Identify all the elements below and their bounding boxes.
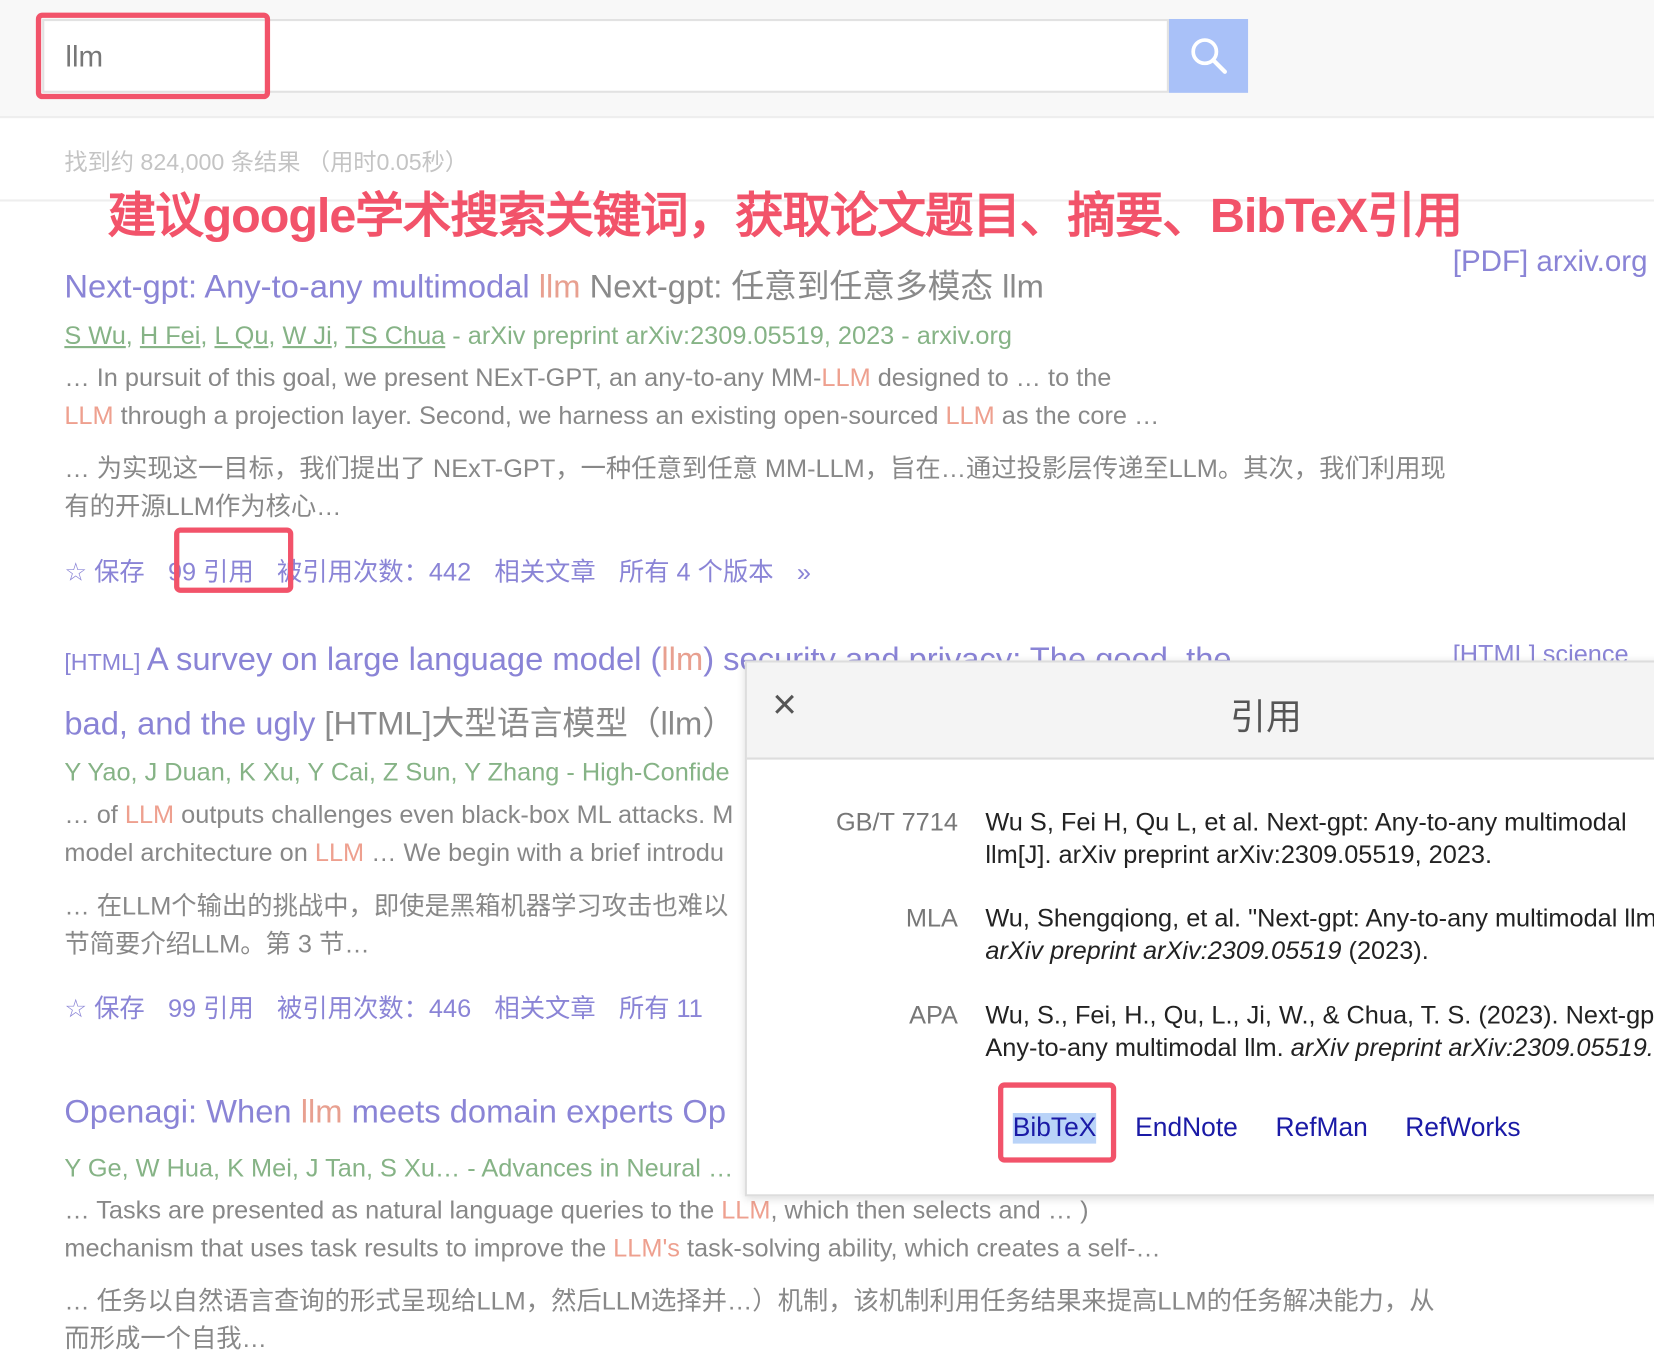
result-stats: 找到约 824,000 条结果 （用时0.05秒）	[64, 148, 469, 176]
endnote-link[interactable]: EndNote	[1135, 1113, 1238, 1144]
citation-style-label: MLA	[905, 904, 958, 933]
citation-text[interactable]: Wu S, Fei H, Qu L, et al. Next-gpt: Any-…	[985, 806, 1626, 871]
result-translation-2: … 在LLM个输出的挑战中，即使是黑箱机器学习攻击也难以 节简要介绍LLM。第 3…	[64, 892, 729, 959]
author-link[interactable]: S Wu	[64, 322, 125, 350]
highlight-box-bibtex	[998, 1082, 1117, 1163]
search-icon	[1191, 38, 1227, 74]
dialog-title: 引用	[1230, 697, 1302, 738]
author-link[interactable]: L Qu	[214, 322, 268, 350]
citation-style-label: GB/T 7714	[835, 808, 958, 837]
citation-style-label: APA	[909, 1001, 958, 1030]
result-title-3[interactable]: Openagi: When llm meets domain experts O…	[64, 1093, 726, 1131]
cite-dialog: × 引用 GB/T 7714 Wu S, Fei H, Qu L, et al.…	[744, 660, 1654, 1197]
versions-link[interactable]: 所有 4 个版本	[619, 558, 774, 586]
related-articles-link[interactable]: 相关文章	[494, 558, 595, 586]
save-button[interactable]: ☆ 保存	[64, 558, 144, 586]
title-text: Next-gpt: Any-to-any multimodal	[64, 267, 539, 305]
result-authors-2: Y Yao, J Duan, K Xu, Y Cai, Z Sun, Y Zha…	[64, 758, 730, 788]
more-icon[interactable]: »	[797, 558, 811, 586]
title-keyword: llm	[538, 267, 581, 305]
save-button[interactable]: ☆ 保存	[64, 995, 144, 1023]
result-actions-2: ☆ 保存 99 引用 被引用次数：446 相关文章 所有 11	[64, 987, 726, 1024]
result-snippet-3: … Tasks are presented as natural languag…	[64, 1196, 1161, 1263]
versions-link[interactable]: 所有 11	[619, 995, 703, 1023]
html-tag: [HTML]	[64, 648, 147, 676]
citation-text[interactable]: Wu, S., Fei, H., Qu, L., Ji, W., & Chua,…	[985, 999, 1654, 1064]
author-link[interactable]: TS Chua	[345, 322, 445, 350]
search-button[interactable]	[1168, 18, 1249, 93]
refworks-link[interactable]: RefWorks	[1405, 1113, 1520, 1144]
refman-link[interactable]: RefMan	[1275, 1113, 1367, 1144]
annotation-text: 建议google学术搜索关键词，获取论文题目、摘要、BibTeX引用	[107, 187, 1463, 243]
highlight-box-query	[35, 12, 271, 100]
title-translation: Next-gpt: 任意到任意多模态 llm	[580, 267, 1044, 305]
result-title-1[interactable]: Next-gpt: Any-to-any multimodal llm Next…	[64, 260, 1044, 307]
cited-by-link[interactable]: 被引用次数：446	[277, 995, 471, 1023]
result-authors-1: S Wu, H Fei, L Qu, W Ji, TS Chua - arXiv…	[64, 321, 1012, 351]
cite-button[interactable]: 99 引用	[168, 995, 254, 1023]
author-link[interactable]: H Fei	[140, 322, 200, 350]
result-authors-3: Y Ge, W Hua, K Mei, J Tan, S Xu… - Advan…	[64, 1154, 734, 1183]
close-icon[interactable]: ×	[772, 682, 797, 729]
result-title-2-line2[interactable]: bad, and the ugly [HTML]大型语言模型（llm）	[64, 696, 735, 743]
pdf-link-1[interactable]: [PDF] arxiv.org	[1453, 245, 1648, 279]
author-link[interactable]: W Ji	[282, 322, 331, 350]
source: - arXiv preprint arXiv:2309.05519, 2023 …	[445, 321, 1012, 351]
related-articles-link[interactable]: 相关文章	[494, 995, 595, 1023]
result-translation-1: … 为实现这一目标，我们提出了 NExT-GPT，一种任意到任意 MM-LLM，…	[64, 454, 1446, 522]
result-translation-3: … 任务以自然语言查询的形式呈现给LLM，然后LLM选择并…）机制，该机制利用任…	[64, 1287, 1435, 1354]
result-snippet-1: … In pursuit of this goal, we present NE…	[64, 363, 1160, 431]
result-snippet-2: … of LLM outputs challenges even black-b…	[64, 800, 734, 868]
highlight-box-cite	[174, 527, 294, 593]
cited-by-link[interactable]: 被引用次数：442	[277, 558, 471, 586]
citation-text[interactable]: Wu, Shengqiong, et al. "Next-gpt: Any-to…	[985, 902, 1654, 967]
dialog-header: × 引用	[746, 662, 1654, 760]
